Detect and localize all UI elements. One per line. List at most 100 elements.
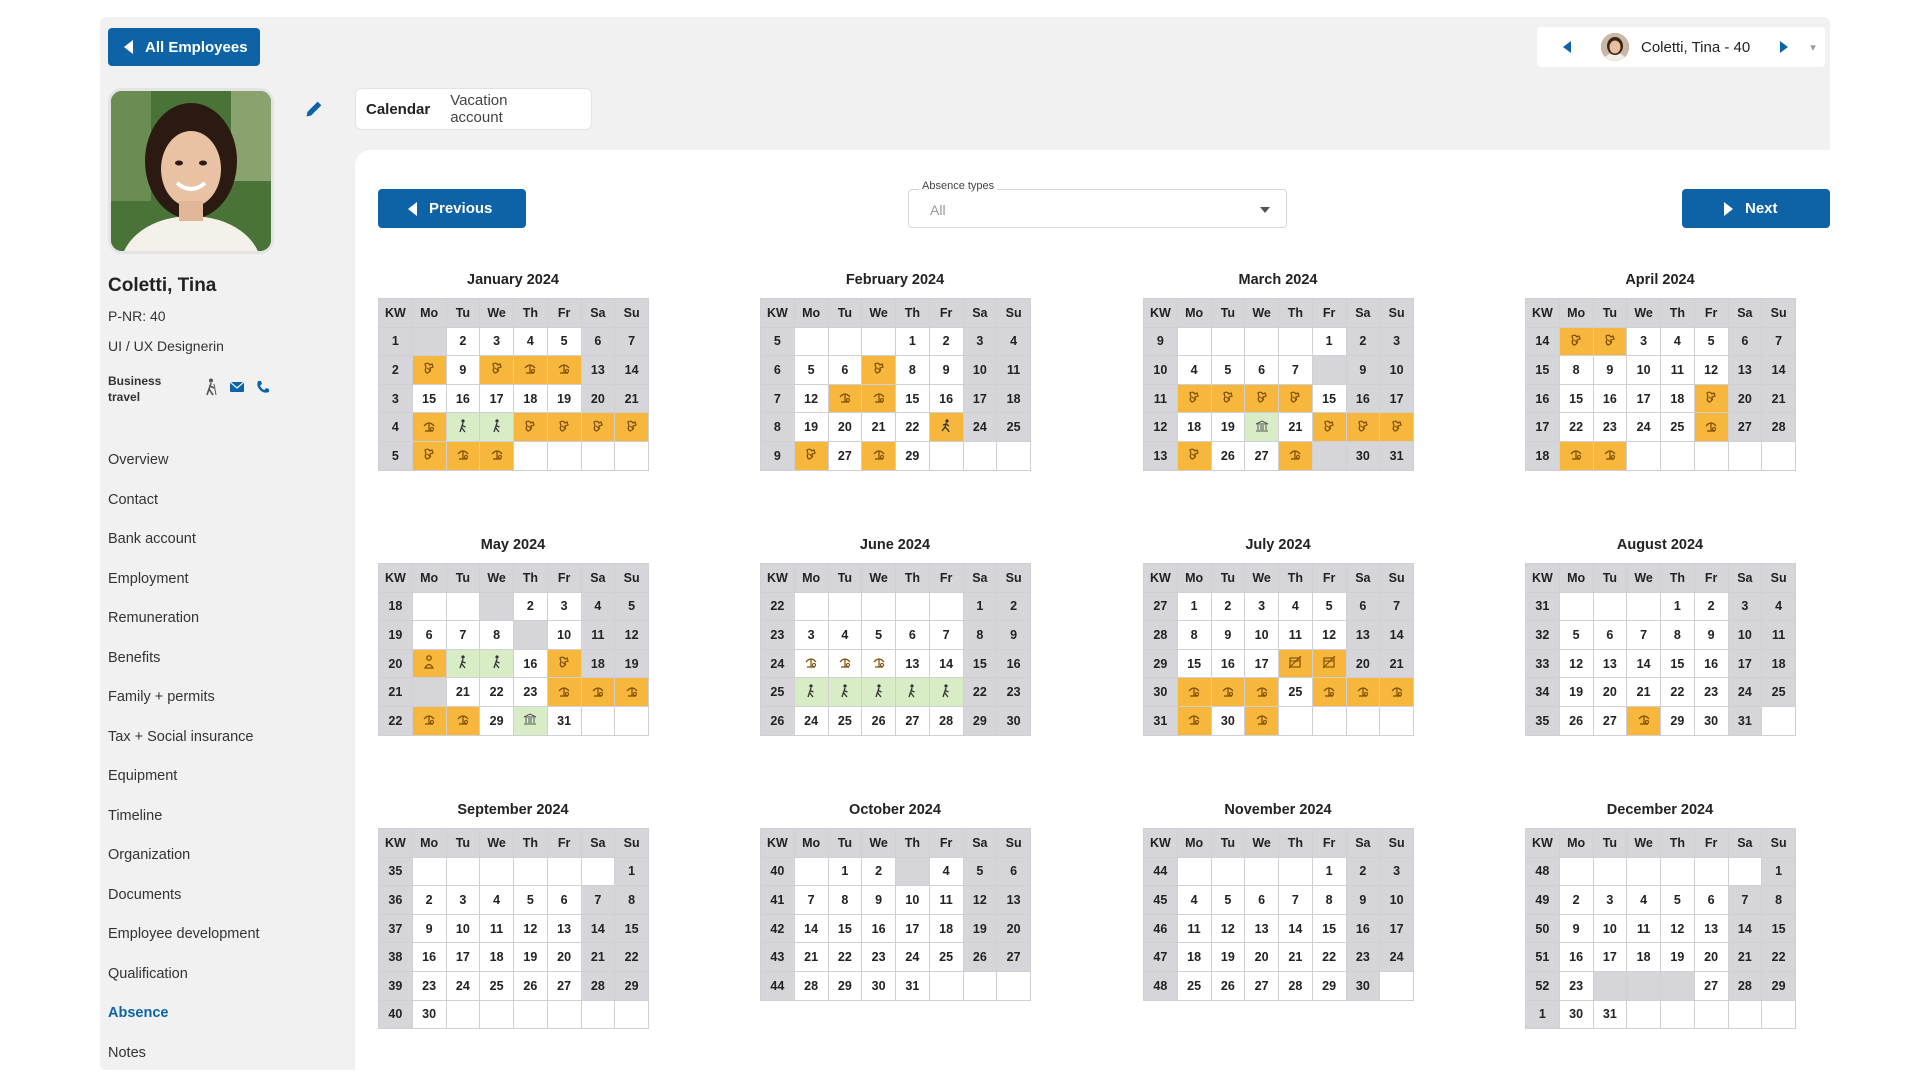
day-cell[interactable]: 19 — [1211, 413, 1245, 442]
day-cell[interactable]: 28 — [581, 971, 615, 1000]
day-cell[interactable]: 2 — [862, 857, 896, 886]
day-cell[interactable]: 16 — [412, 943, 446, 972]
sidebar-item-bank-account[interactable]: Bank account — [108, 529, 260, 569]
day-cell[interactable]: 25 — [480, 971, 514, 1000]
absence-day[interactable] — [862, 678, 896, 707]
day-cell[interactable]: 8 — [480, 621, 514, 650]
day-cell[interactable]: 1 — [1312, 857, 1346, 886]
day-cell[interactable] — [1593, 971, 1627, 1000]
day-cell[interactable] — [896, 592, 930, 621]
day-cell[interactable]: 18 — [1177, 943, 1211, 972]
day-cell[interactable]: 3 — [1245, 592, 1279, 621]
day-cell[interactable]: 2 — [929, 327, 963, 356]
absence-day[interactable] — [1245, 678, 1279, 707]
day-cell[interactable]: 21 — [1762, 384, 1796, 413]
day-cell[interactable]: 7 — [1380, 592, 1414, 621]
day-cell[interactable]: 7 — [1627, 621, 1661, 650]
day-cell[interactable] — [828, 327, 862, 356]
day-cell[interactable]: 21 — [581, 943, 615, 972]
day-cell[interactable]: 17 — [896, 914, 930, 943]
day-cell[interactable]: 29 — [1312, 971, 1346, 1000]
day-cell[interactable]: 2 — [1559, 886, 1593, 915]
day-cell[interactable]: 16 — [1694, 649, 1728, 678]
day-cell[interactable]: 15 — [896, 384, 930, 413]
absence-day[interactable] — [828, 678, 862, 707]
day-cell[interactable] — [1177, 327, 1211, 356]
day-cell[interactable]: 4 — [929, 857, 963, 886]
day-cell[interactable]: 9 — [446, 356, 480, 385]
day-cell[interactable]: 14 — [1762, 356, 1796, 385]
day-cell[interactable]: 7 — [929, 621, 963, 650]
day-cell[interactable]: 1 — [963, 592, 997, 621]
day-cell[interactable]: 16 — [997, 649, 1031, 678]
day-cell[interactable] — [547, 857, 581, 886]
absence-day[interactable] — [480, 649, 514, 678]
day-cell[interactable]: 11 — [1627, 914, 1661, 943]
day-cell[interactable]: 7 — [1762, 327, 1796, 356]
day-cell[interactable] — [1762, 1000, 1796, 1029]
day-cell[interactable]: 24 — [896, 943, 930, 972]
day-cell[interactable]: 18 — [480, 943, 514, 972]
day-cell[interactable]: 19 — [1211, 943, 1245, 972]
day-cell[interactable]: 14 — [794, 914, 828, 943]
day-cell[interactable]: 26 — [963, 943, 997, 972]
day-cell[interactable]: 13 — [896, 649, 930, 678]
day-cell[interactable]: 28 — [929, 706, 963, 735]
day-cell[interactable]: 4 — [1762, 592, 1796, 621]
day-cell[interactable]: 25 — [1762, 678, 1796, 707]
day-cell[interactable] — [1211, 857, 1245, 886]
day-cell[interactable]: 11 — [1177, 914, 1211, 943]
day-cell[interactable]: 29 — [1762, 971, 1796, 1000]
day-cell[interactable]: 14 — [1627, 649, 1661, 678]
absence-day[interactable] — [412, 356, 446, 385]
day-cell[interactable]: 15 — [412, 384, 446, 413]
day-cell[interactable]: 14 — [929, 649, 963, 678]
day-cell[interactable] — [1245, 327, 1279, 356]
day-cell[interactable]: 30 — [997, 706, 1031, 735]
day-cell[interactable]: 16 — [1346, 384, 1380, 413]
day-cell[interactable]: 31 — [547, 706, 581, 735]
day-cell[interactable]: 10 — [1380, 886, 1414, 915]
day-cell[interactable]: 15 — [1312, 914, 1346, 943]
day-cell[interactable]: 7 — [446, 621, 480, 650]
day-cell[interactable] — [514, 621, 548, 650]
day-cell[interactable] — [1380, 971, 1414, 1000]
day-cell[interactable] — [581, 857, 615, 886]
day-cell[interactable]: 17 — [1728, 649, 1762, 678]
day-cell[interactable]: 14 — [1728, 914, 1762, 943]
day-cell[interactable]: 4 — [581, 592, 615, 621]
day-cell[interactable]: 19 — [615, 649, 649, 678]
absence-day[interactable] — [412, 649, 446, 678]
day-cell[interactable]: 7 — [615, 327, 649, 356]
day-cell[interactable]: 2 — [446, 327, 480, 356]
day-cell[interactable]: 6 — [412, 621, 446, 650]
absence-day[interactable] — [1177, 706, 1211, 735]
day-cell[interactable]: 29 — [1661, 706, 1695, 735]
day-cell[interactable]: 27 — [997, 943, 1031, 972]
absence-day[interactable] — [547, 649, 581, 678]
absence-types-select[interactable]: Absence types All — [908, 189, 1287, 228]
absence-day[interactable] — [929, 413, 963, 442]
day-cell[interactable]: 5 — [615, 592, 649, 621]
day-cell[interactable] — [1312, 356, 1346, 385]
day-cell[interactable]: 9 — [1694, 621, 1728, 650]
day-cell[interactable]: 29 — [828, 971, 862, 1000]
next-button[interactable]: Next — [1682, 189, 1830, 228]
day-cell[interactable]: 2 — [997, 592, 1031, 621]
absence-day[interactable] — [547, 413, 581, 442]
day-cell[interactable]: 16 — [1593, 384, 1627, 413]
day-cell[interactable]: 1 — [1312, 327, 1346, 356]
day-cell[interactable]: 24 — [1627, 413, 1661, 442]
day-cell[interactable]: 31 — [1593, 1000, 1627, 1029]
absence-day[interactable] — [1279, 441, 1313, 470]
day-cell[interactable]: 5 — [794, 356, 828, 385]
day-cell[interactable]: 18 — [1627, 943, 1661, 972]
day-cell[interactable] — [581, 1000, 615, 1029]
absence-day[interactable] — [514, 356, 548, 385]
day-cell[interactable]: 10 — [1593, 914, 1627, 943]
day-cell[interactable]: 23 — [1346, 943, 1380, 972]
day-cell[interactable] — [1312, 706, 1346, 735]
absence-day[interactable] — [412, 413, 446, 442]
day-cell[interactable]: 20 — [997, 914, 1031, 943]
day-cell[interactable] — [514, 1000, 548, 1029]
